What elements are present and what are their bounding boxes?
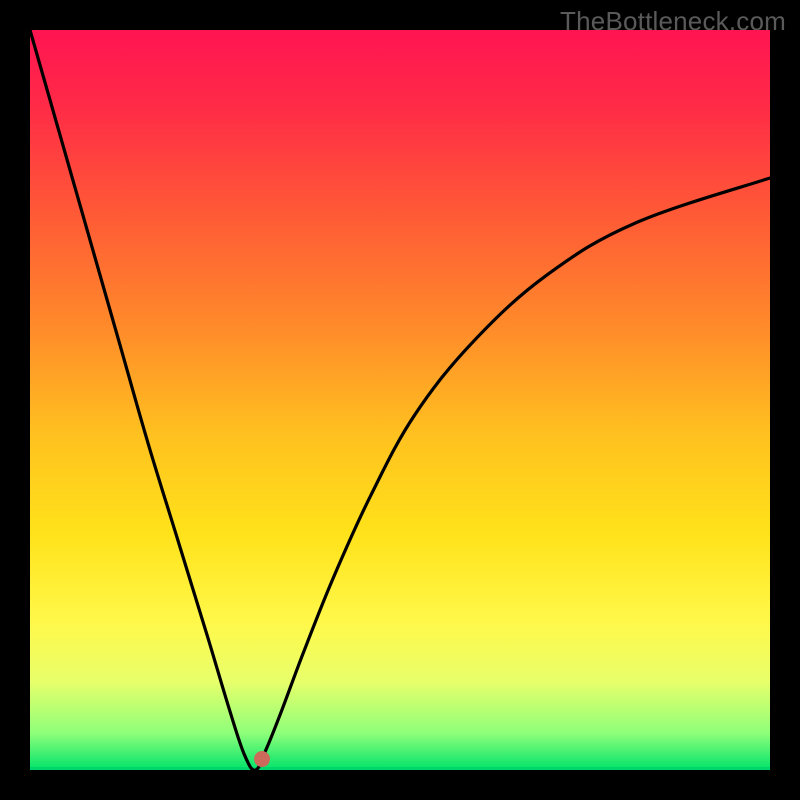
bottleneck-curve [30, 30, 770, 770]
chart-frame: TheBottleneck.com [0, 0, 800, 800]
minimum-marker-icon [254, 751, 270, 767]
plot-area [30, 30, 770, 770]
